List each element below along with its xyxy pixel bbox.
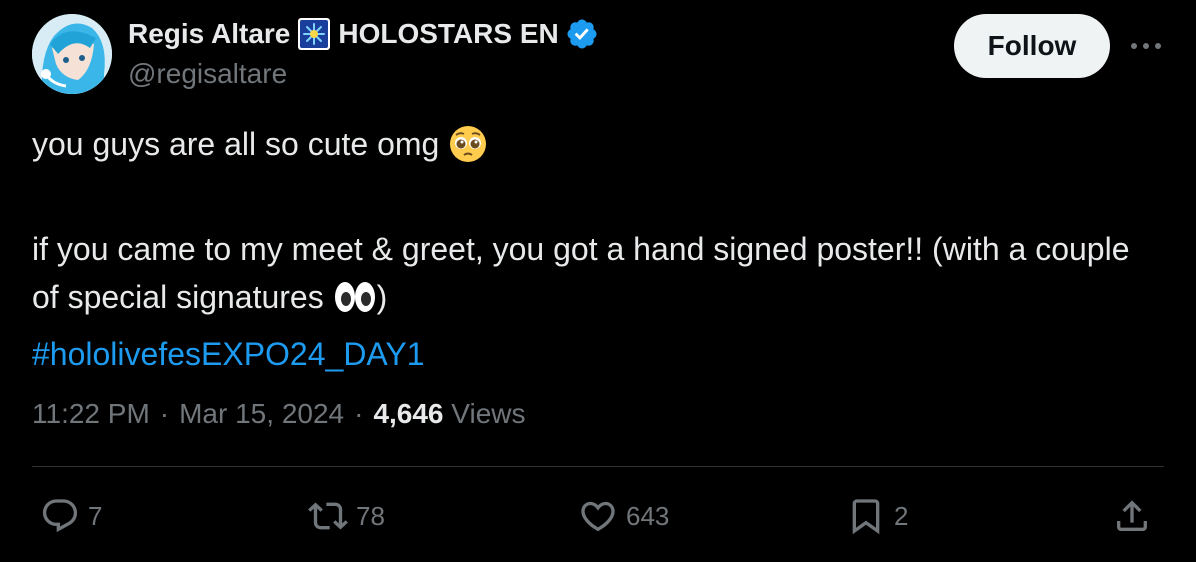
- tweet-line-1: you guys are all so cute omg: [32, 120, 1142, 177]
- meta-separator: ·: [159, 398, 170, 429]
- like-button[interactable]: 643: [578, 494, 669, 538]
- more-options-icon[interactable]: [1124, 26, 1168, 66]
- follow-button[interactable]: Follow: [954, 14, 1110, 78]
- tweet-date[interactable]: Mar 15, 2024: [179, 398, 344, 430]
- tweet-line-2-end: ): [376, 279, 388, 315]
- views-count: 4,646: [373, 398, 444, 429]
- share-button[interactable]: [1112, 494, 1152, 538]
- verified-badge-icon[interactable]: [565, 17, 599, 51]
- eyes-emoji: [333, 277, 377, 330]
- tweet-text: you guys are all so cute omg if you came…: [32, 120, 1142, 378]
- pleading-face-emoji: [448, 124, 488, 177]
- hashtag-link[interactable]: #hololivefesEXPO24_DAY1: [32, 336, 425, 372]
- action-bar: 7 78 643 2: [32, 494, 1164, 538]
- repost-button[interactable]: 78: [308, 494, 385, 538]
- bookmark-icon: [852, 499, 880, 535]
- tweet-hashtag-line: #hololivefesEXPO24_DAY1: [32, 330, 1142, 378]
- bookmark-count: 2: [894, 500, 909, 531]
- author-affiliation[interactable]: HOLOSTARS EN: [338, 18, 558, 50]
- repost-icon: [308, 502, 348, 530]
- heart-icon: [581, 501, 615, 532]
- reply-button[interactable]: 7: [40, 494, 102, 538]
- tweet-line-2-text: if you came to my meet & greet, you got …: [32, 231, 1130, 315]
- views-label: Views: [451, 398, 526, 429]
- avatar[interactable]: [32, 14, 112, 94]
- bookmark-button[interactable]: 2: [846, 494, 908, 538]
- reply-count: 7: [88, 500, 103, 531]
- tweet-line-2: if you came to my meet & greet, you got …: [32, 225, 1142, 330]
- tweet-meta: 11:22 PM · Mar 15, 2024 · 4,646 Views: [32, 392, 525, 436]
- tweet-time[interactable]: 11:22 PM: [32, 398, 150, 430]
- author-display-name[interactable]: Regis Altare: [128, 18, 290, 50]
- reply-icon: [42, 499, 78, 533]
- author-name-row: Regis Altare HOLOSTARS EN: [128, 14, 599, 54]
- avatar-image: [32, 14, 112, 94]
- holostars-badge-icon[interactable]: [296, 16, 332, 52]
- meta-separator: ·: [354, 398, 364, 429]
- like-count: 643: [626, 500, 670, 531]
- repost-count: 78: [356, 500, 385, 531]
- author-handle[interactable]: @regisaltare: [128, 58, 287, 90]
- tweet-line-1-text: you guys are all so cute omg: [32, 126, 440, 162]
- divider: [32, 466, 1164, 467]
- share-icon: [1117, 500, 1147, 531]
